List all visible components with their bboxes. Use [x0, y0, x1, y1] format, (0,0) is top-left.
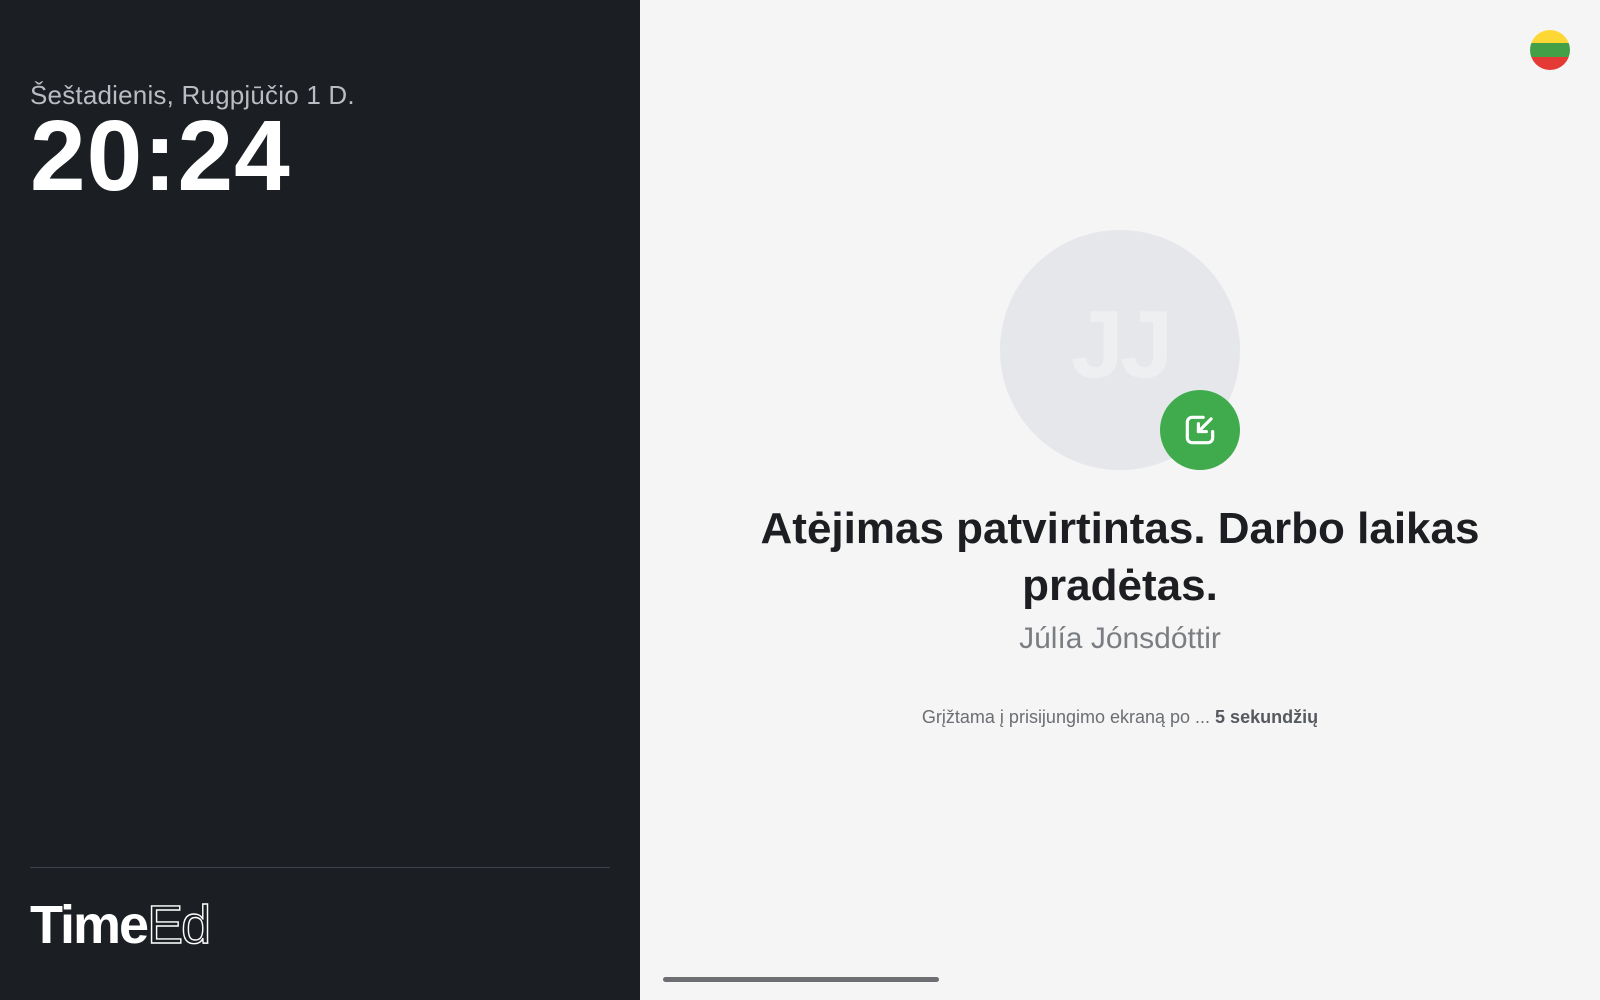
avatar-initials: JJ: [1070, 291, 1174, 398]
clock-in-badge: [1160, 390, 1240, 470]
logo-ed: Ed: [146, 895, 211, 955]
logo-time: Time: [30, 895, 149, 955]
clock-in-arrow-icon: [1185, 415, 1215, 445]
flag-stripe-yellow: [1530, 30, 1570, 44]
left-panel: Šeštadienis, Rugpjūčio 1 D. 20:24 TimeEd: [0, 0, 640, 1000]
confirmation-message: Atėjimas patvirtintas. Darbo laikas prad…: [760, 504, 1480, 610]
countdown-value: 5 sekundžių: [1215, 707, 1319, 727]
employee-name: Júlía Jónsdóttir: [1019, 622, 1221, 655]
home-indicator[interactable]: [663, 977, 939, 982]
right-panel: JJ Atėjimas patvirtintas. Darbo laikas p…: [640, 0, 1600, 1000]
flag-stripe-green: [1530, 43, 1570, 57]
timeed-logo: TimeEd: [30, 895, 212, 955]
redirect-countdown: Grįžtama į prisijungimo ekraną po ... 5 …: [700, 707, 1540, 728]
flag-stripe-red: [1530, 56, 1570, 70]
countdown-prefix: Grįžtama į prisijungimo ekraną po ...: [921, 707, 1216, 727]
lithuania-flag-icon[interactable]: [1530, 30, 1570, 70]
clock-time: 20:24: [30, 100, 291, 212]
divider: [30, 867, 610, 868]
